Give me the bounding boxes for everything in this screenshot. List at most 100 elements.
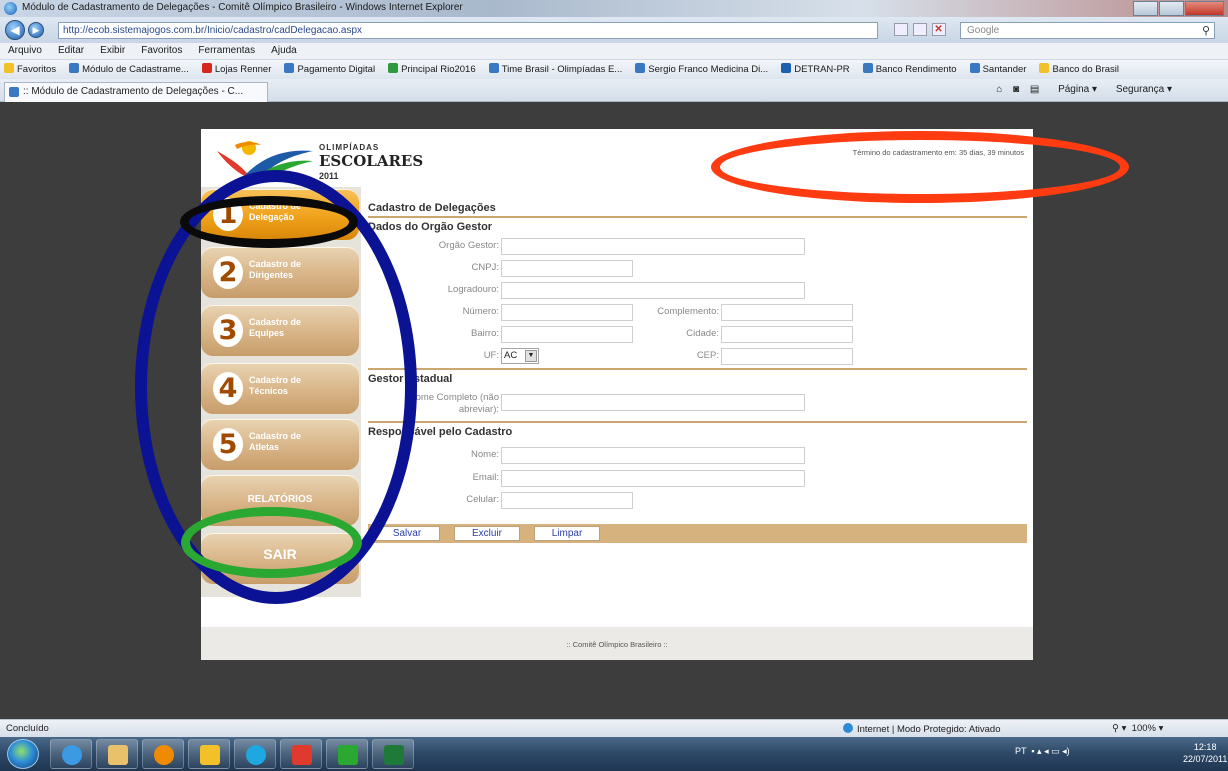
favorite-link[interactable]: Módulo de Cadastrame... [65,60,195,75]
page-icon [9,87,19,97]
taskbar-skype[interactable] [234,739,276,769]
search-input[interactable]: Google ⚲ [960,22,1215,39]
taskbar-app[interactable] [326,739,368,769]
forward-button[interactable]: ▶ [28,22,44,38]
logo-text-escolares: ESCOLARES [319,152,424,170]
cidade-label: Cidade: [686,328,719,339]
clear-button[interactable]: Limpar [534,526,600,541]
divider [368,421,1027,423]
taskbar-explorer[interactable] [96,739,138,769]
sidebar: 1 Cadastro de Delegação 2 Cadastro de Di… [201,187,361,597]
language-indicator[interactable]: PT [1015,746,1026,756]
favorite-link[interactable]: Sergio Franco Medicina Di... [631,60,774,75]
taskbar-app[interactable] [188,739,230,769]
page-title: Cadastro de Delegações [368,202,496,214]
favorite-link[interactable]: Pagamento Digital [280,60,381,75]
favorite-link[interactable]: Time Brasil - Olimpíadas E... [485,60,629,75]
globe-icon [843,723,853,733]
logo-text-olimpiadas: OLIMPÍADAS [319,143,380,152]
skype-icon [246,745,266,765]
zoom-control[interactable]: ⚲ ▾ 100% ▾ [1112,723,1163,734]
close-window-button[interactable] [1185,1,1225,16]
taskbar-excel[interactable] [372,739,414,769]
compatibility-icon[interactable] [894,23,908,36]
menu-ajuda[interactable]: Ajuda [263,43,302,56]
tray-icons[interactable]: ▪ ▴ ◂ ▭ ◂) [1029,746,1069,756]
minimize-button[interactable] [1133,1,1159,16]
nome-input[interactable] [501,447,805,464]
bairro-input[interactable] [501,326,633,343]
sidebar-item-cadastro-dirigentes[interactable]: 2 Cadastro de Dirigentes [201,247,359,298]
maximize-button[interactable] [1159,1,1185,16]
menu-ferramentas[interactable]: Ferramentas [190,43,260,56]
sidebar-item-cadastro-equipes[interactable]: 3 Cadastro de Equipes [201,305,359,356]
sidebar-item-cadastro-delegacao[interactable]: 1 Cadastro de Delegação [201,189,359,240]
folder-icon [108,745,128,765]
cep-input[interactable] [721,348,853,365]
taskbar-ie[interactable] [50,739,92,769]
orgao-gestor-input[interactable] [501,238,805,255]
sidebar-item-cadastro-atletas[interactable]: 5 Cadastro de Atletas [201,419,359,470]
back-button[interactable]: ◀ [5,20,25,40]
logo-text-year: 2011 [319,171,339,181]
site-footer: :: Comitê Olímpico Brasileiro :: [201,627,1033,660]
site-container: OLIMPÍADAS ESCOLARES 2011 Término do cad… [201,129,1033,660]
divider [368,216,1027,218]
sidebar-item-relatorios[interactable]: RELATÓRIOS [201,475,359,526]
menu-editar[interactable]: Editar [50,43,89,56]
form-actions: Salvar Excluir Limpar [368,524,1027,543]
cep-label: CEP: [696,350,719,361]
numero-input[interactable] [501,304,633,321]
cidade-input[interactable] [721,326,853,343]
taskbar-app[interactable] [280,739,322,769]
divider [368,368,1027,370]
favorite-link[interactable]: Santander [966,60,1033,75]
windows-taskbar: PT ▪ ▴ ◂ ▭ ◂) 12:18 22/07/2011 [0,737,1228,771]
chevron-down-icon[interactable]: ▼ [525,350,537,362]
favorite-link[interactable]: DETRAN-PR [777,60,855,75]
menu-arquivo[interactable]: Arquivo [0,43,47,56]
logradouro-input[interactable] [501,282,805,299]
email-input[interactable] [501,470,805,487]
menu-favoritos[interactable]: Favoritos [133,43,187,56]
start-button[interactable] [7,739,39,769]
complemento-input[interactable] [721,304,853,321]
favorites-button[interactable]: Favoritos [0,60,62,75]
delete-button[interactable]: Excluir [454,526,520,541]
home-icon[interactable]: ⌂ [996,84,1002,95]
browser-tab[interactable]: :: Módulo de Cadastramento de Delegações… [4,82,268,102]
print-icon[interactable]: ▤ [1030,84,1039,95]
stop-icon[interactable]: ✕ [931,23,946,36]
page-menu[interactable]: Página ▾ [1050,84,1097,95]
favorite-link[interactable]: Lojas Renner [198,60,278,75]
security-menu[interactable]: Segurança ▾ [1108,84,1172,95]
tab-bar: :: Módulo de Cadastramento de Delegações… [0,79,1228,102]
taskbar-media-player[interactable] [142,739,184,769]
section-title-responsavel: Responsável pelo Cadastro [368,426,513,438]
sidebar-item-label: RELATÓRIOS [247,494,313,505]
cnpj-input[interactable] [501,260,633,277]
save-button[interactable]: Salvar [374,526,440,541]
menu-exibir[interactable]: Exibir [92,43,130,56]
refresh-icon[interactable] [912,23,927,36]
sidebar-item-cadastro-tecnicos[interactable]: 4 Cadastro de Técnicos [201,363,359,414]
favorite-link[interactable]: Banco Rendimento [859,60,963,75]
sidebar-item-sair[interactable]: SAIR [201,533,359,584]
nome-completo-input[interactable] [501,394,805,411]
feeds-icon[interactable]: ◙ [1013,84,1019,95]
url-input[interactable]: http://ecob.sistemajogos.com.br/Inicio/c… [58,22,878,39]
tab-title: :: Módulo de Cadastramento de Delegações… [23,86,244,97]
search-icon[interactable]: ⚲ [1202,24,1210,37]
page-icon [388,63,399,73]
uf-select[interactable]: AC ▼ [501,348,539,364]
celular-input[interactable] [501,492,633,509]
favorite-link[interactable]: Banco do Brasil [1035,60,1125,75]
window-controls [1132,1,1225,16]
clock[interactable]: 12:18 22/07/2011 [1183,741,1227,765]
logradouro-label: Logradouro: [447,284,499,295]
favorite-link[interactable]: Principal Rio2016 [384,60,481,75]
address-bar: ◀ ▶ http://ecob.sistemajogos.com.br/Inic… [0,17,1228,43]
step-number: 4 [213,372,243,405]
app-icon [200,745,220,765]
page-icon [781,63,792,73]
